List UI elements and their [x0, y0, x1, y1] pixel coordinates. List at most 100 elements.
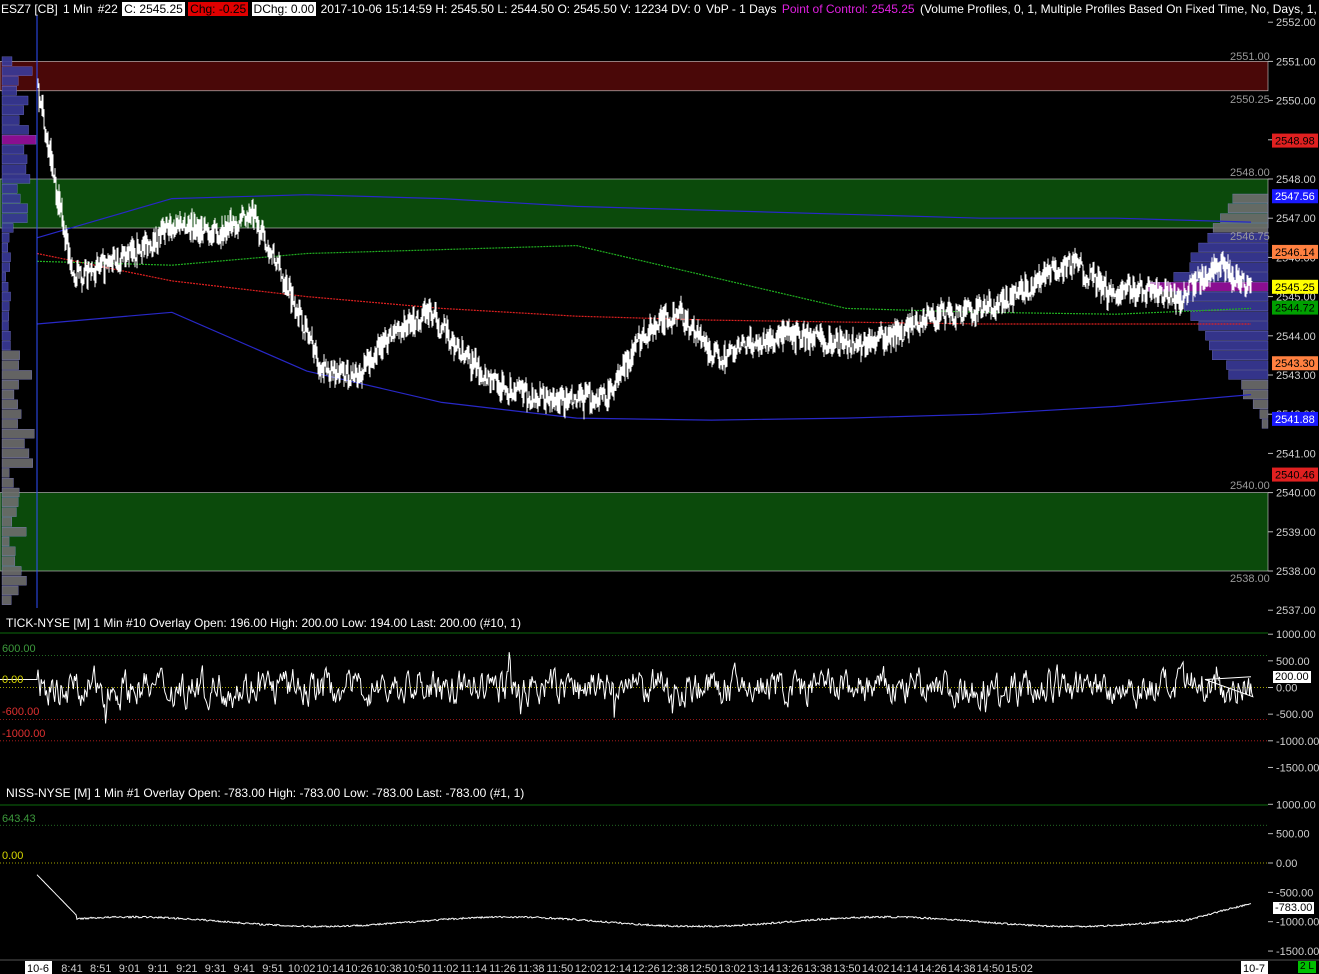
left-profile-bar-38 [1, 429, 35, 439]
left-profile-bar-41 [1, 458, 33, 468]
right-profile-bar-12 [1190, 311, 1269, 321]
price-bars [36, 70, 1253, 420]
vbp-label: VbP - 1 Days [706, 2, 777, 16]
time-label-17: 11:38 [518, 963, 545, 974]
zone3-top-label: 2540.00 [1230, 480, 1270, 492]
study-label: (Volume Profiles, 0, 1, Multiple Profile… [919, 2, 1319, 16]
time-label-1: 8:41 [61, 963, 82, 974]
time-label-8: 9:51 [262, 963, 283, 974]
left-profile-bar-27 [1, 321, 9, 331]
left-profile-bar-34 [1, 389, 15, 400]
left-profile-bar-50 [1, 546, 16, 556]
price-axis-label-10: 2547.00 [1276, 213, 1316, 225]
right-profile-bar-23 [1261, 419, 1269, 429]
time-label-6: 9:31 [205, 963, 226, 974]
left-profile-bar-24 [1, 291, 11, 302]
right-profile-bar-18 [1228, 370, 1269, 380]
left-profile-bar-2 [1, 76, 19, 86]
price-axis-label-14: 2551.00 [1276, 56, 1316, 68]
corner-badge[interactable]: 2 L [1298, 961, 1316, 973]
price-tag-text-7: 2540.46 [1275, 470, 1315, 482]
left-profile-bar-0 [1, 56, 13, 66]
tick-axis-label-2: 0.00 [1276, 683, 1297, 695]
price-tag-text-2: 2546.14 [1275, 247, 1315, 259]
left-profile-bar-6 [1, 115, 20, 125]
left-profile-bar-13 [1, 184, 18, 194]
time-label-25: 13:14 [747, 963, 775, 974]
time-label-16: 11:26 [489, 963, 516, 974]
zone-rect-0 [0, 61, 1269, 92]
left-profile-bar-33 [1, 380, 19, 390]
time-label-7: 9:41 [233, 963, 254, 974]
close-price-box: C: 2545.25 [122, 2, 185, 16]
tick-header: TICK-NYSE [M] 1 Min #10 Overlay Open: 19… [6, 616, 521, 630]
time-label-3: 9:01 [119, 963, 140, 974]
tick-level-minus600: -600.00 [2, 706, 40, 718]
left-profile-bar-1 [1, 66, 33, 76]
zone1-bottom-label: 2550.25 [1230, 94, 1270, 106]
zone-rect-2 [0, 492, 1269, 572]
time-label-31: 14:26 [919, 963, 947, 974]
niss-level-0: 0.00 [2, 850, 24, 862]
tick-level-600: 600.00 [2, 643, 36, 655]
niss-level-643: 643.43 [2, 813, 36, 825]
left-profile-bar-19 [1, 242, 8, 253]
time-label-20: 12:14 [604, 963, 632, 974]
right-profile-bar-0 [1232, 193, 1269, 204]
price-tag-text-1: 2547.56 [1275, 191, 1315, 203]
interval-label: 1 Min [63, 2, 93, 16]
tick-axis-label-3: -500.00 [1276, 709, 1313, 721]
time-label-13: 10:50 [403, 963, 431, 974]
left-profile-bar-22 [1, 272, 6, 282]
left-profile-bar-28 [1, 331, 11, 341]
time-label-5: 9:21 [176, 963, 197, 974]
chart-window[interactable]: 2537.002538.002539.002540.002541.002542.… [0, 0, 1319, 974]
left-profile-bar-39 [1, 438, 25, 449]
price-tag-text-4: 2544.72 [1275, 303, 1315, 315]
left-profile-bar-37 [1, 419, 18, 429]
time-label-26: 13:26 [776, 963, 804, 974]
left-profile-bar-8 [1, 135, 37, 145]
tick-last-tag: 200.00 [1273, 671, 1311, 683]
left-profile-bar-14 [1, 193, 21, 204]
niss-line [36, 874, 1252, 928]
tick-line [0, 652, 1254, 724]
time-label-9: 10:02 [288, 963, 316, 974]
time-label-11: 10:26 [345, 963, 373, 974]
right-profile-bar-5 [1198, 242, 1269, 253]
price-tag-text-0: 2548.98 [1275, 136, 1315, 148]
niss-axis-label-2: 0.00 [1276, 858, 1297, 870]
left-profile-bar-11 [1, 164, 27, 174]
left-profile-bar-52 [1, 566, 22, 576]
price-axis-label-7: 2544.00 [1276, 331, 1316, 343]
price-tag-text-6: 2541.88 [1275, 414, 1315, 426]
price-axis-label-2: 2539.00 [1276, 527, 1316, 539]
left-profile-bar-30 [1, 350, 20, 360]
left-profile-bar-43 [1, 478, 14, 488]
niss-axis-label-5: -1500.00 [1276, 946, 1319, 958]
left-profile-bar-48 [1, 527, 27, 537]
left-profile-bar-25 [1, 301, 10, 311]
right-profile-bar-15 [1209, 340, 1269, 351]
left-profile-bar-42 [1, 468, 10, 478]
left-profile-bar-16 [1, 213, 28, 223]
left-profile-bar-49 [1, 536, 10, 547]
left-profile-bar-9 [1, 144, 25, 155]
left-profile-bar-23 [1, 282, 9, 292]
time-label-14: 11:02 [432, 963, 459, 974]
tick-axis-label-0: 1000.00 [1276, 629, 1316, 641]
bar-details: 2017-10-06 15:14:59 H: 2545.50 L: 2544.5… [320, 2, 701, 16]
zone2-top-label: 2548.00 [1230, 167, 1270, 179]
right-profile-bar-16 [1212, 350, 1269, 360]
time-label-24: 13:02 [718, 963, 746, 974]
time-label-28: 13:50 [833, 963, 861, 974]
chart-canvas[interactable]: 2537.002538.002539.002540.002541.002542.… [0, 0, 1319, 974]
left-profile-bar-4 [1, 95, 29, 106]
time-label-23: 12:50 [690, 963, 718, 974]
price-axis-label-15: 2552.00 [1276, 17, 1316, 29]
time-label-10: 10:14 [317, 963, 345, 974]
price-axis-label-0: 2537.00 [1276, 605, 1316, 617]
tick-level-0: 0.00 [2, 674, 24, 686]
time-label-34: 15:02 [1005, 963, 1033, 974]
right-profile-bar-1 [1227, 203, 1269, 213]
